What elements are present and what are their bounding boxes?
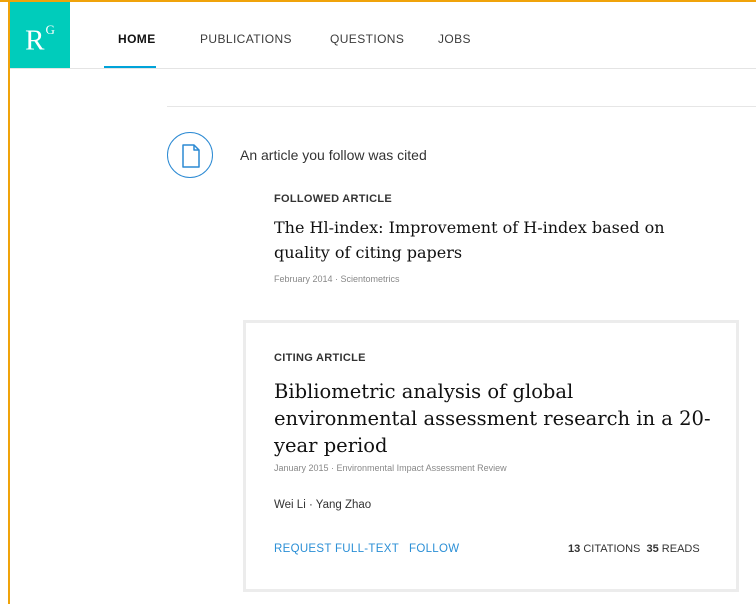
nav-publications[interactable]: PUBLICATIONS [200,2,292,68]
nav-jobs[interactable]: JOBS [438,2,471,68]
followed-article-label: FOLLOWED ARTICLE [274,193,393,205]
citations-count: 13 [568,543,581,555]
citing-article-authors[interactable]: Wei Li · Yang Zhao [274,499,371,511]
window-frame-left [8,0,10,604]
notification-icon-circle [167,132,213,178]
reads-count: 35 [646,543,659,555]
logo-letter: R [25,24,45,57]
document-icon [182,144,200,168]
followed-article-title[interactable]: The Hl-index: Improvement of H-index bas… [274,215,694,265]
request-full-text-link[interactable]: REQUEST FULL-TEXT [274,543,399,555]
active-tab-indicator [104,66,156,68]
follow-link[interactable]: FOLLOW [409,543,459,555]
citing-article-label: CITING ARTICLE [274,352,366,364]
followed-article-meta: February 2014 · Scientometrics [274,274,400,284]
feed-divider [167,106,756,107]
nav-questions[interactable]: QUESTIONS [330,2,404,68]
citations-label: CITATIONS [583,543,641,555]
top-navigation-bar: RG HOME PUBLICATIONS QUESTIONS JOBS [10,2,756,69]
logo-superscript: G [45,22,55,37]
researchgate-logo[interactable]: RG [10,2,70,68]
nav-home[interactable]: HOME [118,2,156,68]
notification-text: An article you follow was cited [240,147,427,163]
reads-label: READS [661,543,700,555]
article-stats: 13 CITATIONS 35 READS [568,543,700,555]
citing-article-title[interactable]: Bibliometric analysis of global environm… [274,378,714,459]
citing-article-meta: January 2015 · Environmental Impact Asse… [274,463,507,473]
